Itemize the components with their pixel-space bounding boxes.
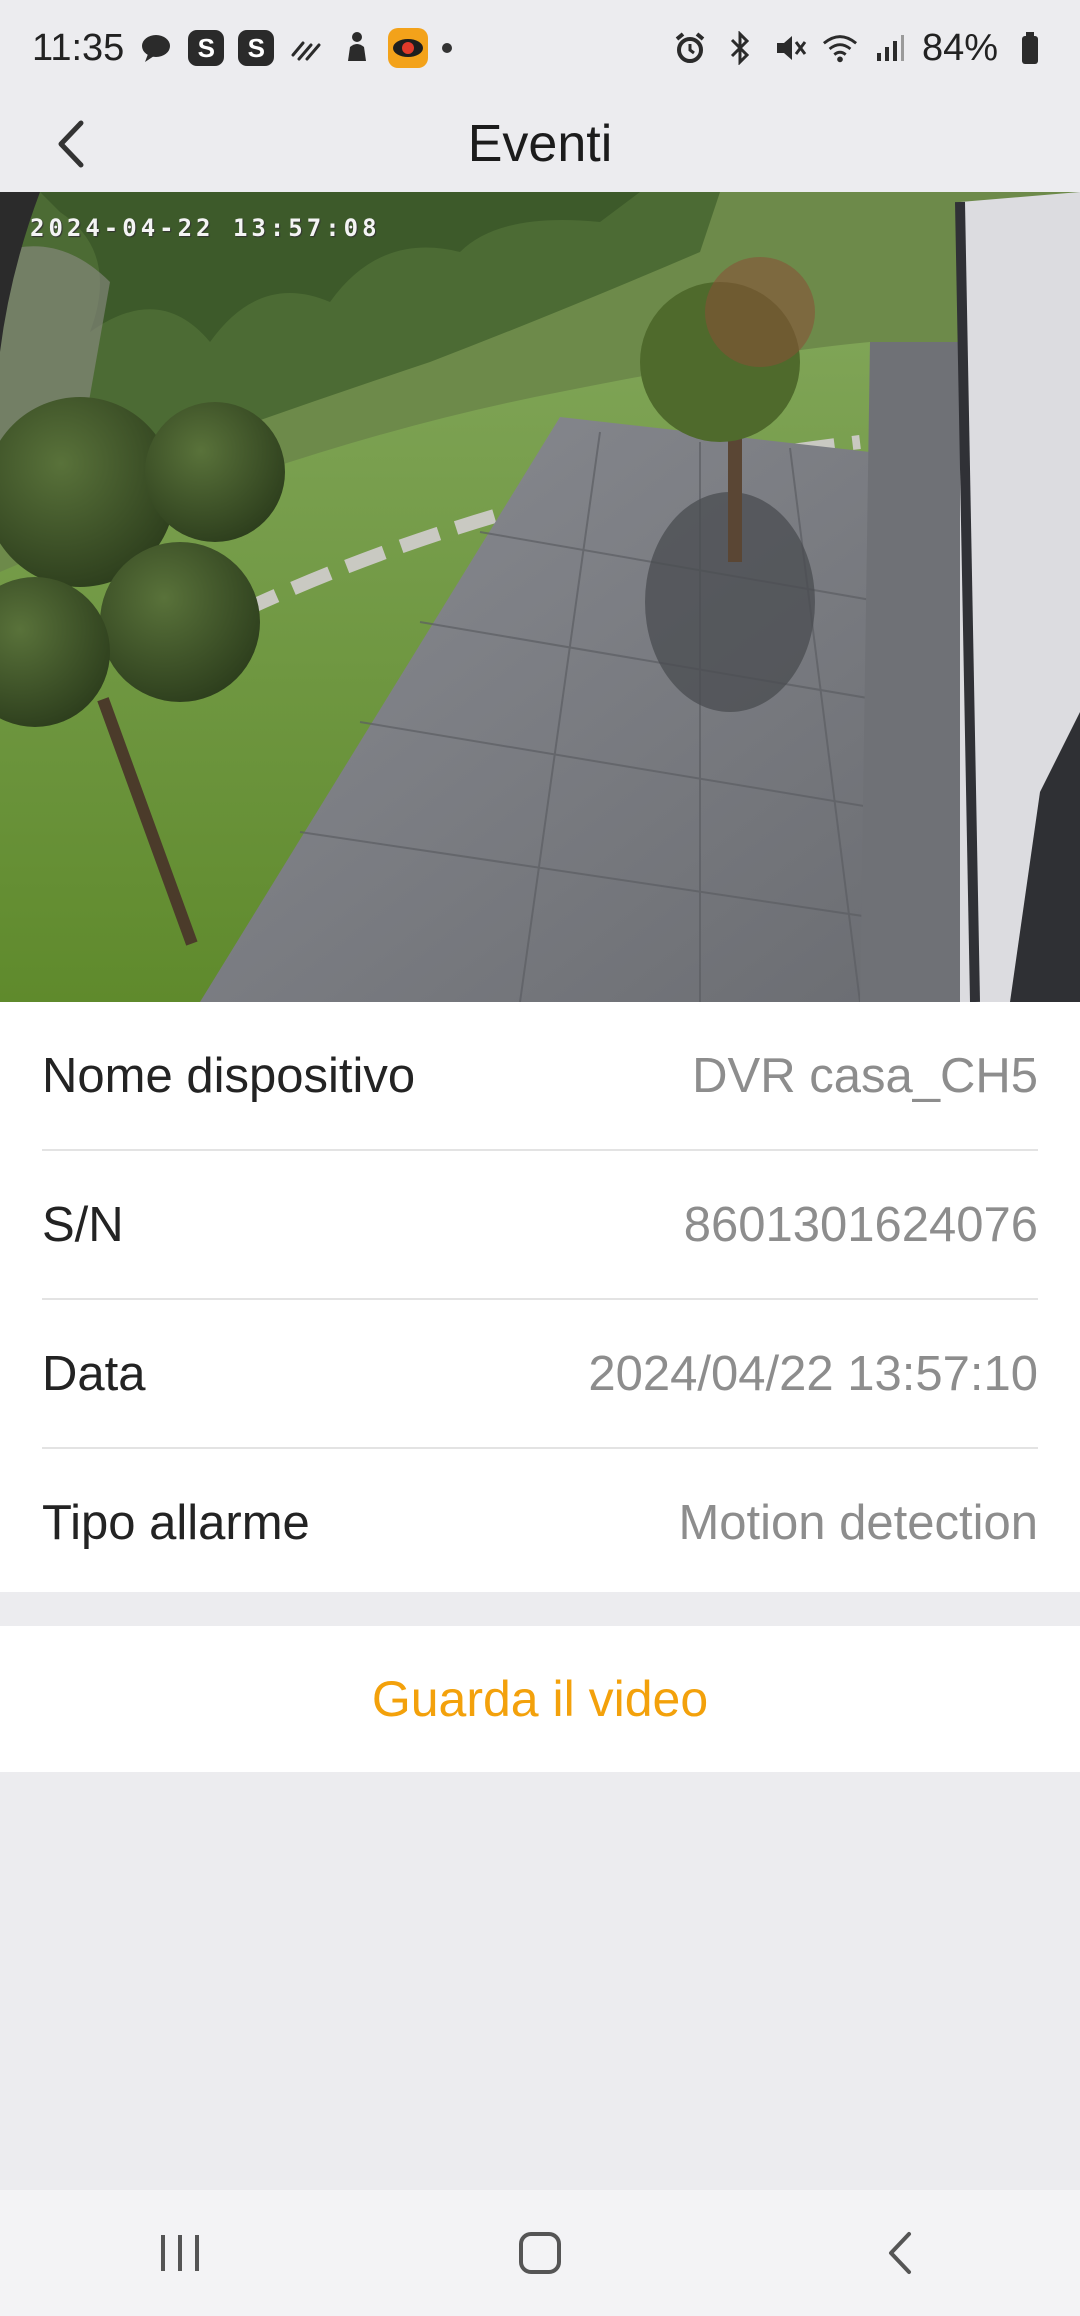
recent-apps-button[interactable] <box>130 2203 230 2303</box>
watch-video-button[interactable]: Guarda il video <box>0 1626 1080 1772</box>
alarm-icon <box>672 30 708 66</box>
detail-value: Motion detection <box>678 1495 1038 1550</box>
detail-label: Tipo allarme <box>42 1495 310 1550</box>
detail-row-serial-number: S/N 8601301624076 <box>42 1151 1038 1300</box>
home-icon <box>519 2232 561 2274</box>
app-bar: Eventi <box>0 96 1080 192</box>
detail-row-alarm-type: Tipo allarme Motion detection <box>42 1449 1038 1596</box>
recent-apps-icon <box>161 2235 199 2271</box>
system-navigation-bar <box>0 2190 1080 2316</box>
bluetooth-icon <box>722 30 758 66</box>
mute-icon <box>772 30 808 66</box>
back-button[interactable] <box>40 114 100 174</box>
back-icon <box>889 2232 911 2274</box>
camera-app-icon <box>388 28 429 68</box>
more-dot-icon <box>442 43 453 53</box>
status-bar-right: 84% <box>672 27 1048 70</box>
chevron-left-icon <box>58 120 84 168</box>
fitness-icon <box>338 30 374 66</box>
detail-value: 2024/04/22 13:57:10 <box>588 1346 1038 1401</box>
status-bar: 11:35 S S 84% <box>0 0 1080 96</box>
watch-video-label: Guarda il video <box>371 1671 709 1727</box>
page-title: Eventi <box>467 115 613 173</box>
s-app-icon: S <box>238 30 275 66</box>
chat-bubble-icon <box>138 30 174 66</box>
s-app-icon: S <box>188 30 225 66</box>
detail-label: S/N <box>42 1197 124 1252</box>
detail-label: Nome dispositivo <box>42 1048 416 1103</box>
snapshot-illustration <box>0 192 1080 1002</box>
detail-row-date: Data 2024/04/22 13:57:10 <box>42 1300 1038 1449</box>
event-details-list: Nome dispositivo DVR casa_CH5 S/N 860130… <box>0 1002 1080 1592</box>
detail-row-device-name: Nome dispositivo DVR casa_CH5 <box>42 1002 1038 1151</box>
battery-icon <box>1012 30 1048 66</box>
detail-value: DVR casa_CH5 <box>692 1048 1038 1103</box>
system-back-button[interactable] <box>850 2203 950 2303</box>
snapshot-timestamp: 2024-04-22 13:57:08 <box>30 214 381 242</box>
home-button[interactable] <box>490 2203 590 2303</box>
signal-icon <box>872 30 908 66</box>
detail-label: Data <box>42 1346 146 1401</box>
weather-icon <box>288 30 324 66</box>
battery-percent: 84% <box>921 26 998 69</box>
status-time: 11:35 <box>32 26 125 69</box>
wifi-icon <box>822 30 858 66</box>
event-snapshot-image[interactable]: 2024-04-22 13:57:08 <box>0 192 1080 1002</box>
detail-value: 8601301624076 <box>683 1197 1038 1252</box>
status-bar-left: 11:35 S S <box>32 26 453 70</box>
